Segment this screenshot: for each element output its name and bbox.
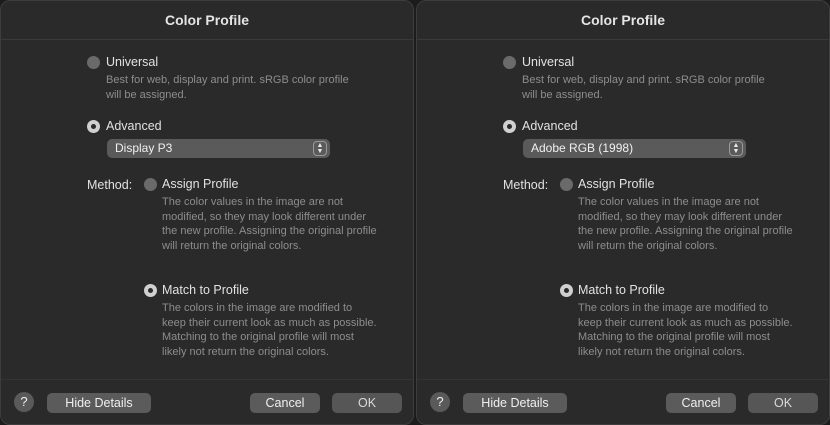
match-to-profile-radio[interactable]: [560, 284, 573, 297]
match-to-profile-label: Match to Profile: [162, 283, 249, 297]
help-button[interactable]: ?: [14, 392, 34, 412]
universal-description: Best for web, display and print. sRGB co…: [106, 74, 349, 101]
assign-profile-radio[interactable]: [144, 178, 157, 191]
help-button[interactable]: ?: [430, 392, 450, 412]
color-profile-dialog-left: Color Profile Universal Best for web, di…: [0, 0, 414, 425]
cancel-button[interactable]: Cancel: [250, 393, 320, 413]
match-to-profile-description: The colors in the image are modified to …: [162, 302, 377, 358]
hide-details-button[interactable]: Hide Details: [47, 393, 151, 413]
assign-profile-label: Assign Profile: [162, 177, 239, 191]
profile-select[interactable]: Adobe RGB (1998) ▲ ▼: [523, 139, 746, 158]
profile-select-value: Adobe RGB (1998): [531, 141, 634, 155]
ok-button[interactable]: OK: [748, 393, 818, 413]
ok-button[interactable]: OK: [332, 393, 402, 413]
profile-select[interactable]: Display P3 ▲ ▼: [107, 139, 330, 158]
chevron-up-down-icon: ▲ ▼: [313, 141, 327, 156]
advanced-radio[interactable]: [87, 120, 100, 133]
universal-label: Universal: [522, 55, 575, 69]
dialog-footer: ? Hide Details Cancel OK: [1, 379, 413, 424]
assign-profile-description: The color values in the image are not mo…: [162, 196, 377, 252]
universal-radio[interactable]: [87, 56, 100, 69]
advanced-radio[interactable]: [503, 120, 516, 133]
universal-label: Universal: [106, 55, 159, 69]
match-to-profile-label: Match to Profile: [578, 283, 665, 297]
dialog-footer: ? Hide Details Cancel OK: [417, 379, 829, 424]
advanced-label: Advanced: [106, 119, 162, 133]
chevron-up-down-icon: ▲ ▼: [729, 141, 743, 156]
assign-profile-description: The color values in the image are not mo…: [578, 196, 793, 252]
advanced-label: Advanced: [522, 119, 578, 133]
match-to-profile-radio[interactable]: [144, 284, 157, 297]
assign-profile-radio[interactable]: [560, 178, 573, 191]
assign-profile-label: Assign Profile: [578, 177, 655, 191]
cancel-button[interactable]: Cancel: [666, 393, 736, 413]
hide-details-button[interactable]: Hide Details: [463, 393, 567, 413]
dialog-title: Color Profile: [417, 1, 829, 40]
method-label: Method:: [87, 178, 133, 192]
universal-description: Best for web, display and print. sRGB co…: [522, 74, 765, 101]
universal-radio[interactable]: [503, 56, 516, 69]
profile-select-value: Display P3: [115, 141, 173, 155]
dialog-title: Color Profile: [1, 1, 413, 40]
color-profile-dialog-right: Color Profile Universal Best for web, di…: [416, 0, 830, 425]
match-to-profile-description: The colors in the image are modified to …: [578, 302, 793, 358]
method-label: Method:: [503, 178, 549, 192]
